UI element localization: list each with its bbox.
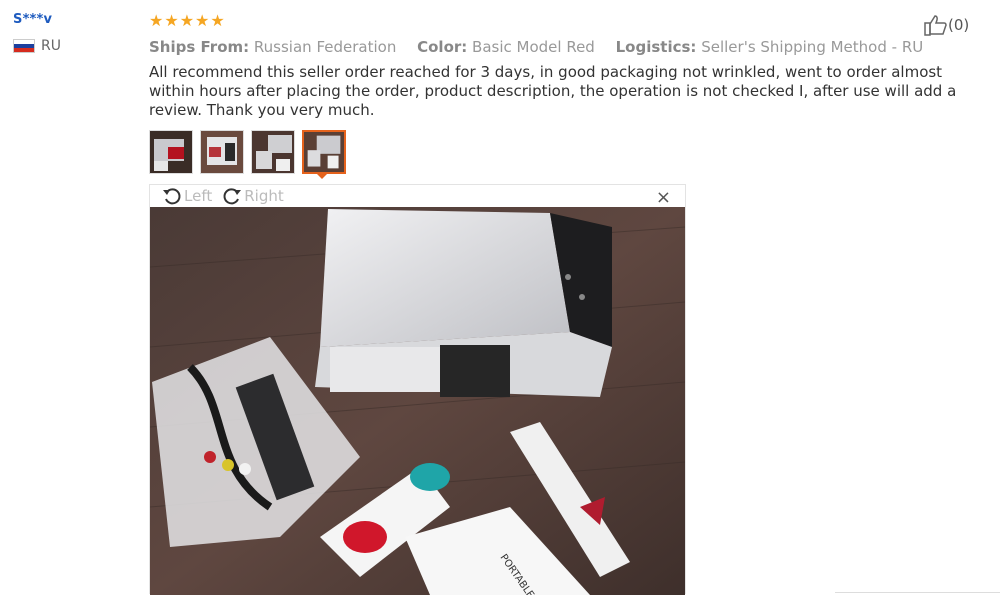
star-icon: ★ (210, 11, 225, 30)
rotate-right-button[interactable]: Right (222, 186, 284, 206)
ships-from-label: Ships From: (149, 38, 250, 56)
reviewer-info: S***v RU (13, 12, 61, 54)
photo-thumbnail[interactable] (149, 130, 193, 174)
star-icon: ★ (164, 11, 179, 30)
active-thumbnail-caret (316, 173, 328, 179)
photo-thumbnail-active[interactable] (302, 130, 346, 174)
thumbs-up-icon (924, 15, 947, 36)
reviewer-country: RU (13, 38, 61, 54)
rotate-right-icon (223, 188, 242, 205)
close-icon[interactable]: × (656, 187, 671, 208)
rotate-right-label: Right (244, 187, 284, 205)
reviewer-name[interactable]: S***v (13, 12, 61, 27)
photo-thumbnail[interactable] (200, 130, 244, 174)
helpful-button[interactable]: (0) (924, 14, 969, 36)
photo-viewer: Left Right × PORTABLE (149, 184, 686, 595)
color-value: Basic Model Red (472, 38, 595, 56)
divider (835, 592, 1000, 593)
viewer-toolbar: Left Right × (150, 185, 685, 208)
review-body: ★ ★ ★ ★ ★ Ships From: Russian Federation… (149, 12, 969, 174)
logistics-label: Logistics: (615, 38, 697, 56)
logistics-value: Seller's Shipping Method - RU (701, 38, 924, 56)
russia-flag-icon (13, 39, 35, 53)
order-meta: Ships From: Russian Federation Color: Ba… (149, 38, 969, 56)
country-code: RU (41, 38, 61, 54)
star-rating: ★ ★ ★ ★ ★ (149, 12, 969, 30)
photo-thumbnails (149, 130, 969, 174)
rotate-left-icon (163, 188, 181, 205)
star-icon: ★ (179, 11, 195, 30)
ships-from-value: Russian Federation (253, 38, 397, 56)
helpful-count: (0) (948, 16, 970, 34)
review-photo: PORTABLE (150, 207, 685, 595)
color-label: Color: (417, 38, 468, 56)
photo-thumbnail[interactable] (251, 130, 295, 174)
review-text: All recommend this seller order reached … (149, 63, 957, 119)
rotate-left-button[interactable]: Left (162, 186, 212, 206)
star-icon: ★ (149, 11, 164, 30)
star-icon: ★ (195, 11, 210, 30)
rotate-left-label: Left (184, 187, 213, 205)
